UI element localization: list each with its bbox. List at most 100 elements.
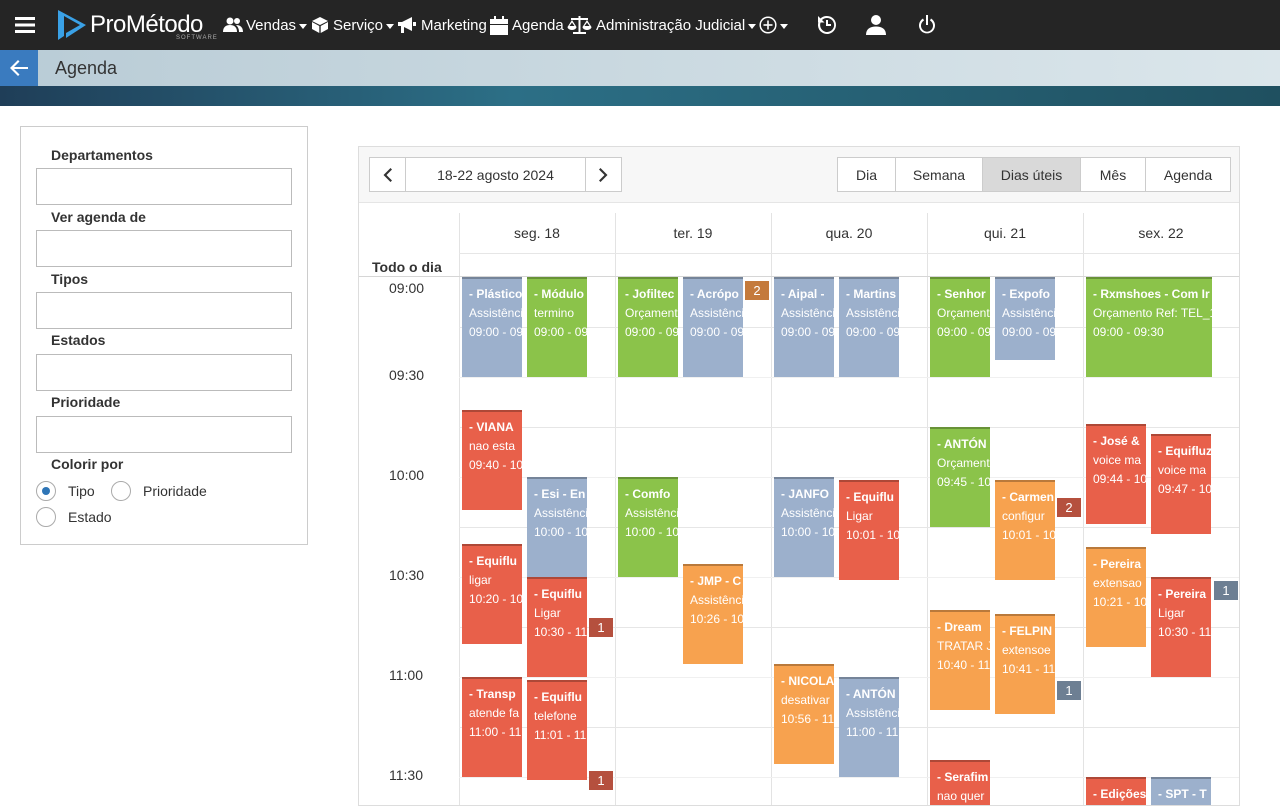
view-agenda-button[interactable]: Agenda xyxy=(1145,157,1231,192)
event-desc: voice ma xyxy=(1093,453,1142,467)
date-range-label[interactable]: 18-22 agosto 2024 xyxy=(405,157,586,192)
view-dia-button[interactable]: Dia xyxy=(837,157,896,192)
calendar-event[interactable]: - JANFO Assistência 10:00 - 10 xyxy=(774,477,834,577)
calendar-event[interactable]: - Serafim nao quer xyxy=(930,760,990,805)
calendar-event[interactable]: - Equiflu Ligar 10:30 - 11 xyxy=(527,577,587,677)
event-time: 11:00 - 11 xyxy=(469,725,522,739)
more-events-badge[interactable]: 2 xyxy=(1057,498,1081,517)
radio-prioridade[interactable] xyxy=(111,481,131,501)
brand-logo[interactable]: ProMétodo SOFTWARE xyxy=(56,0,217,50)
nav-agenda-label: Agenda xyxy=(512,16,564,34)
logout-button[interactable] xyxy=(917,0,937,50)
event-time: 10:26 - 10 xyxy=(690,612,743,626)
event-desc: Assistência xyxy=(625,506,678,520)
view-mes-button[interactable]: Mês xyxy=(1080,157,1146,192)
nav-vendas[interactable]: Vendas xyxy=(223,0,308,50)
day-header-fri[interactable]: sex. 22 xyxy=(1083,213,1239,253)
calendar-event[interactable]: - Equifluz voice ma 09:47 - 10 xyxy=(1151,434,1211,534)
event-title: - JMP - C xyxy=(690,574,742,588)
day-header-tue[interactable]: ter. 19 xyxy=(615,213,771,253)
user-profile-button[interactable] xyxy=(866,0,886,50)
event-desc: Ligar xyxy=(534,606,561,620)
scale-icon xyxy=(567,16,592,34)
calendar-event[interactable]: - Equiflu ligar 10:20 - 10 xyxy=(462,544,522,644)
calendar-event[interactable]: - Plástico Assistência 09:00 - 09 xyxy=(462,277,522,377)
calendar-event[interactable]: - SPT - T xyxy=(1151,777,1211,805)
calendar-event[interactable]: - Carmen configur 10:01 - 10 xyxy=(995,480,1055,580)
view-dias-uteis-button[interactable]: Dias úteis xyxy=(982,157,1081,192)
calendar-event[interactable]: - Pereira Ligar 10:30 - 11 xyxy=(1151,577,1211,677)
nav-servico[interactable]: Serviço xyxy=(311,0,395,50)
hamburger-menu-icon[interactable] xyxy=(15,0,35,50)
more-events-badge[interactable]: 1 xyxy=(589,618,613,637)
calendar-event[interactable]: - Expofo Assistência 09:00 - 09 xyxy=(995,277,1055,360)
estados-select[interactable] xyxy=(36,354,292,391)
more-events-badge[interactable]: 1 xyxy=(1214,581,1238,600)
day-header-mon[interactable]: seg. 18 xyxy=(459,213,615,253)
calendar-event[interactable]: - Transp atende fa 11:00 - 11 xyxy=(462,677,522,777)
plus-circle-icon xyxy=(759,16,777,34)
nav-agenda[interactable]: Agenda xyxy=(490,0,564,50)
departamentos-select[interactable] xyxy=(36,168,292,205)
radio-tipo[interactable] xyxy=(36,481,56,501)
history-button[interactable] xyxy=(816,0,838,50)
event-title: - Pereira xyxy=(1093,557,1142,571)
calendar-event[interactable]: - Equiflu Ligar 10:01 - 10 xyxy=(839,480,899,580)
grid-line xyxy=(615,213,616,805)
event-desc: Assistência xyxy=(469,306,522,320)
event-desc: termino xyxy=(534,306,575,320)
event-desc: nao esta xyxy=(469,439,516,453)
calendar-event[interactable]: - Jofiltec Orçamento 09:00 - 09 xyxy=(618,277,678,377)
calendar-event[interactable]: - Aipal - Assistência 09:00 - 09 xyxy=(774,277,834,377)
calendar-event[interactable]: - Pereira extensao 10:21 - 10 xyxy=(1086,547,1146,647)
calendar-event[interactable]: - Dream TRATAR J 10:40 - 11 xyxy=(930,610,990,710)
calendar-event[interactable]: - Martins Assistência 09:00 - 09 xyxy=(839,277,899,377)
chevron-down-icon xyxy=(748,23,757,29)
prev-button[interactable] xyxy=(369,157,406,192)
day-header-thu[interactable]: qui. 21 xyxy=(927,213,1083,253)
calendar-event[interactable]: - NICOLA desativar 10:56 - 11 xyxy=(774,664,834,764)
calendar-event[interactable]: - Rxmshoes - Com Ir Orçamento Ref: TEL_1 0… xyxy=(1086,277,1212,377)
calendar-event[interactable]: - Equiflu telefone 11:01 - 11 xyxy=(527,680,587,780)
calendar-event[interactable]: - JMP - C Assistência 10:26 - 10 xyxy=(683,564,743,664)
grid-line xyxy=(1083,213,1084,805)
grid-line xyxy=(771,213,772,805)
chevron-down-icon xyxy=(780,23,788,29)
nav-marketing[interactable]: Marketing xyxy=(397,0,487,50)
cube-icon xyxy=(312,17,328,33)
day-header-wed[interactable]: qua. 20 xyxy=(771,213,927,253)
event-time: 09:00 - 09 xyxy=(534,325,587,339)
add-new-dropdown[interactable] xyxy=(759,0,788,50)
radio-estado[interactable] xyxy=(36,507,56,527)
calendar-event[interactable]: - Edições xyxy=(1086,777,1146,805)
back-button[interactable] xyxy=(0,50,38,86)
tipos-select[interactable] xyxy=(36,292,292,329)
calendar-event[interactable]: - José & voice ma 09:44 - 10 xyxy=(1086,424,1146,524)
nav-administracao-judicial[interactable]: Administração Judicial xyxy=(567,0,757,50)
calendar-event[interactable]: - Acrópo Assistência 09:00 - 09 xyxy=(683,277,743,377)
page-title: Agenda xyxy=(55,58,118,78)
calendar-event[interactable]: - FELPIN extensoe 10:41 - 11 xyxy=(995,614,1055,714)
calendar-event[interactable]: - Módulo termino 09:00 - 09 xyxy=(527,277,587,377)
time-label: 11:00 xyxy=(389,667,423,683)
calendar-event[interactable]: - ANTÓN Orçamento 09:45 - 10 xyxy=(930,427,990,527)
prioridade-select[interactable] xyxy=(36,416,292,453)
view-semana-button[interactable]: Semana xyxy=(895,157,983,192)
calendar-event[interactable]: - Comfo Assistência 10:00 - 10 xyxy=(618,477,678,577)
calendar-event[interactable]: - Senhor Orçamento 09:00 - 09 xyxy=(930,277,990,377)
event-desc: telefone xyxy=(534,709,577,723)
ver-agenda-select[interactable] xyxy=(36,230,292,267)
calendar-event[interactable]: - VIANA nao esta 09:40 - 10 xyxy=(462,410,522,510)
calendar-event[interactable]: - ANTÓN Assistência 11:00 - 11 xyxy=(839,677,899,777)
page-header: Agenda xyxy=(0,50,1280,86)
more-events-badge[interactable]: 1 xyxy=(1057,681,1081,700)
calendar-event[interactable]: - Esi - En Assistência 10:00 - 10 xyxy=(527,477,587,577)
more-events-badge[interactable]: 1 xyxy=(589,771,613,790)
event-title: - VIANA xyxy=(469,420,514,434)
next-button[interactable] xyxy=(585,157,622,192)
event-title: - Carmen xyxy=(1002,490,1055,504)
event-title: - ANTÓN xyxy=(846,687,896,701)
more-events-badge[interactable]: 2 xyxy=(745,281,769,300)
event-title: - JANFO xyxy=(781,487,829,501)
event-time: 10:00 - 10 xyxy=(781,525,834,539)
